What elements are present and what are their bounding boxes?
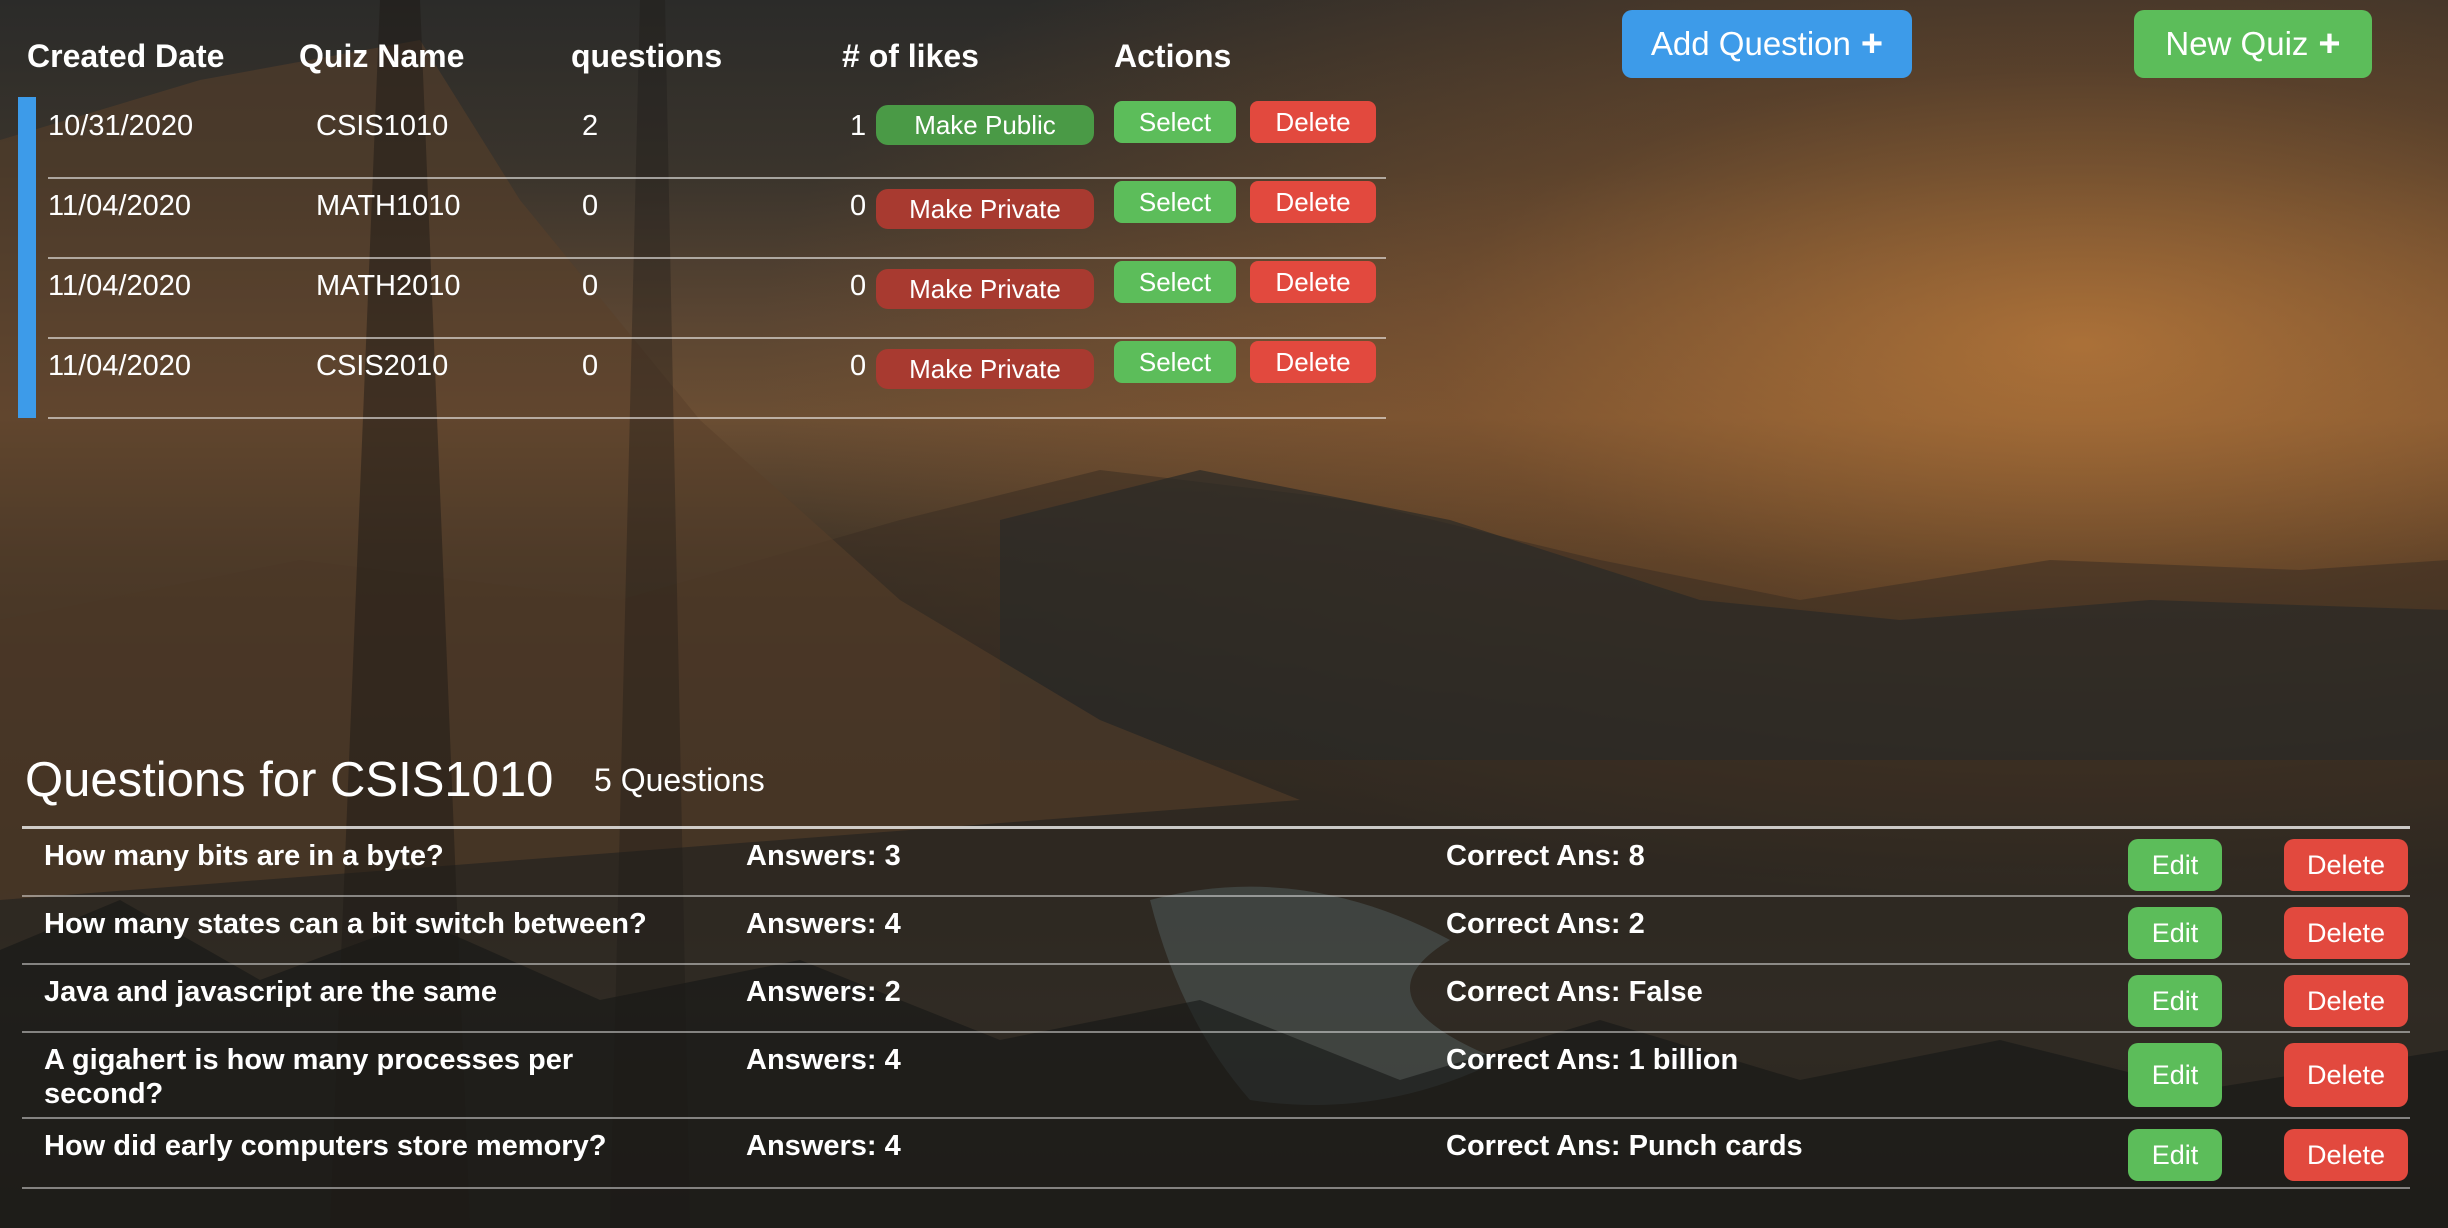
select-quiz-button[interactable]: Select	[1114, 341, 1236, 383]
quiz-name: MATH2010	[316, 270, 461, 302]
quiz-question-count: 0	[582, 350, 599, 382]
delete-question-button[interactable]: Delete	[2284, 975, 2408, 1027]
questions-count: 5 Questions	[594, 762, 765, 798]
question-correct-answer: Correct Ans: Punch cards	[1446, 1130, 1803, 1162]
quiz-row[interactable]: 11/04/2020 MATH1010 0 0 Make Private Sel…	[48, 177, 1386, 259]
edit-question-button[interactable]: Edit	[2128, 975, 2222, 1027]
question-correct-answer: Correct Ans: 8	[1446, 840, 1645, 872]
quiz-question-count: 0	[582, 190, 599, 222]
quiz-question-count: 2	[582, 110, 599, 142]
question-correct-answer: Correct Ans: 1 billion	[1446, 1044, 1739, 1076]
delete-question-button[interactable]: Delete	[2284, 907, 2408, 959]
header-quiz-name: Quiz Name	[299, 38, 465, 74]
question-answers: Answers: 4	[746, 1044, 901, 1076]
edit-question-button[interactable]: Edit	[2128, 907, 2222, 959]
question-row: How did early computers store memory? An…	[22, 1119, 2410, 1189]
question-answers: Answers: 2	[746, 976, 901, 1008]
make-public-button[interactable]: Make Public	[876, 105, 1094, 145]
question-text: How did early computers store memory?	[44, 1130, 607, 1162]
header-actions: Actions	[1114, 38, 1232, 74]
delete-quiz-button[interactable]: Delete	[1250, 261, 1376, 303]
question-text: A gigahert is how many processes per sec…	[44, 1044, 574, 1110]
edit-question-button[interactable]: Edit	[2128, 1043, 2222, 1107]
quiz-likes: 0	[850, 190, 867, 222]
select-quiz-button[interactable]: Select	[1114, 261, 1236, 303]
delete-question-button[interactable]: Delete	[2284, 1129, 2408, 1181]
quiz-likes: 0	[850, 270, 867, 302]
quiz-name: MATH1010	[316, 190, 461, 222]
quiz-row[interactable]: 11/04/2020 MATH2010 0 0 Make Private Sel…	[48, 257, 1386, 339]
quiz-name: CSIS2010	[316, 350, 449, 382]
question-row: How many bits are in a byte? Answers: 3 …	[22, 829, 2410, 897]
question-correct-answer: Correct Ans: 2	[1446, 908, 1645, 940]
delete-quiz-button[interactable]: Delete	[1250, 341, 1376, 383]
quiz-created-date: 10/31/2020	[48, 110, 194, 142]
quiz-created-date: 11/04/2020	[48, 350, 191, 382]
make-private-button[interactable]: Make Private	[876, 349, 1094, 389]
quiz-likes: 0	[850, 350, 867, 382]
quiz-likes: 1	[850, 110, 867, 142]
header-questions: questions	[571, 38, 723, 74]
delete-quiz-button[interactable]: Delete	[1250, 101, 1376, 143]
header-created-date: Created Date	[27, 38, 225, 74]
question-row: How many states can a bit switch between…	[22, 897, 2410, 965]
quiz-created-date: 11/04/2020	[48, 270, 191, 302]
question-answers: Answers: 3	[746, 840, 901, 872]
question-answers: Answers: 4	[746, 908, 901, 940]
quiz-row[interactable]: 10/31/2020 CSIS1010 2 1 Make Public Sele…	[48, 97, 1386, 179]
make-private-button[interactable]: Make Private	[876, 189, 1094, 229]
plus-icon: +	[2318, 23, 2341, 65]
new-quiz-button[interactable]: New Quiz +	[2134, 10, 2372, 78]
question-answers: Answers: 4	[746, 1130, 901, 1162]
quiz-name: CSIS1010	[316, 110, 449, 142]
quiz-question-count: 0	[582, 270, 599, 302]
make-private-button[interactable]: Make Private	[876, 269, 1094, 309]
question-row: Java and javascript are the same Answers…	[22, 965, 2410, 1033]
edit-question-button[interactable]: Edit	[2128, 839, 2222, 891]
delete-question-button[interactable]: Delete	[2284, 839, 2408, 891]
quiz-created-date: 11/04/2020	[48, 190, 191, 222]
add-question-label: Add Question	[1650, 25, 1851, 62]
quiz-row[interactable]: 11/04/2020 CSIS2010 0 0 Make Private Sel…	[48, 337, 1386, 419]
delete-quiz-button[interactable]: Delete	[1250, 181, 1376, 223]
question-text: How many states can a bit switch between…	[44, 908, 647, 940]
edit-question-button[interactable]: Edit	[2128, 1129, 2222, 1181]
select-quiz-button[interactable]: Select	[1114, 181, 1236, 223]
question-row: A gigahert is how many processes per sec…	[22, 1033, 2410, 1119]
question-text: How many bits are in a byte?	[44, 840, 444, 872]
add-question-button[interactable]: Add Question +	[1622, 10, 1912, 78]
plus-icon: +	[1860, 23, 1884, 65]
question-text: Java and javascript are the same	[44, 976, 497, 1008]
question-correct-answer: Correct Ans: False	[1446, 976, 1703, 1008]
delete-question-button[interactable]: Delete	[2284, 1043, 2408, 1107]
selected-accent-bar	[18, 97, 36, 418]
new-quiz-label: New Quiz	[2165, 25, 2309, 62]
questions-title: Questions for CSIS1010	[25, 753, 554, 807]
header-likes: # of likes	[842, 38, 979, 74]
select-quiz-button[interactable]: Select	[1114, 101, 1236, 143]
